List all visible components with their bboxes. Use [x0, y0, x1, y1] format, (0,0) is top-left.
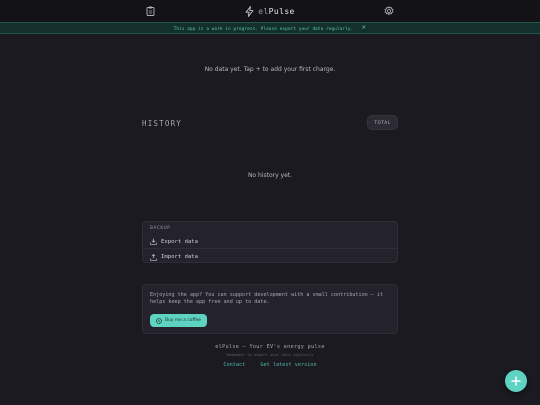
support-card: Enjoying the app? You can support develo…: [142, 284, 398, 334]
backup-heading: BACKUP: [150, 225, 171, 230]
app-title: elPulse: [258, 6, 295, 16]
download-icon: [150, 238, 157, 245]
wip-banner: This app is a work in progress. Please e…: [0, 22, 540, 34]
total-toggle-button[interactable]: TOTAL: [367, 115, 398, 130]
footer-brand: elPulse — Your EV's energy pulse: [215, 344, 325, 350]
banner-text: This app is a work in progress. Please e…: [173, 25, 354, 31]
app-header: elPulse: [0, 0, 540, 22]
upload-icon: [150, 253, 157, 261]
footer-links: Contact · Get latest version: [0, 362, 540, 368]
settings-button[interactable]: [383, 5, 395, 17]
footer-reminder: Remember to export your data regularly: [226, 352, 314, 357]
support-text: Enjoying the app? You can support develo…: [150, 292, 384, 306]
import-data-button[interactable]: Import data: [143, 250, 397, 264]
lightning-bolt-icon: [245, 5, 254, 17]
backup-card: BACKUP Export data Import data: [142, 221, 398, 263]
buy-coffee-label: Buy me a coffee: [165, 318, 201, 323]
history-empty-message: No history yet.: [247, 172, 293, 179]
footer-separator: ·: [251, 362, 255, 368]
clipboard-button[interactable]: [144, 5, 156, 17]
history-heading: HISTORY: [142, 119, 183, 128]
export-data-label: Export data: [161, 238, 199, 245]
app-logo: elPulse: [245, 5, 295, 17]
gear-icon: [384, 6, 394, 16]
clipboard-icon: [146, 6, 154, 16]
contact-link[interactable]: Contact: [223, 362, 245, 368]
export-data-button[interactable]: Export data: [143, 235, 397, 249]
plus-icon: [511, 376, 521, 386]
buy-coffee-button[interactable]: Buy me a coffee: [150, 314, 207, 327]
charges-empty-message: No data yet. Tap + to add your first cha…: [204, 66, 336, 73]
banner-close-button[interactable]: ×: [361, 25, 366, 31]
import-data-label: Import data: [161, 254, 199, 260]
latest-version-link[interactable]: Get latest version: [260, 362, 316, 368]
coffee-icon: [156, 317, 162, 324]
add-charge-button[interactable]: [505, 370, 527, 392]
